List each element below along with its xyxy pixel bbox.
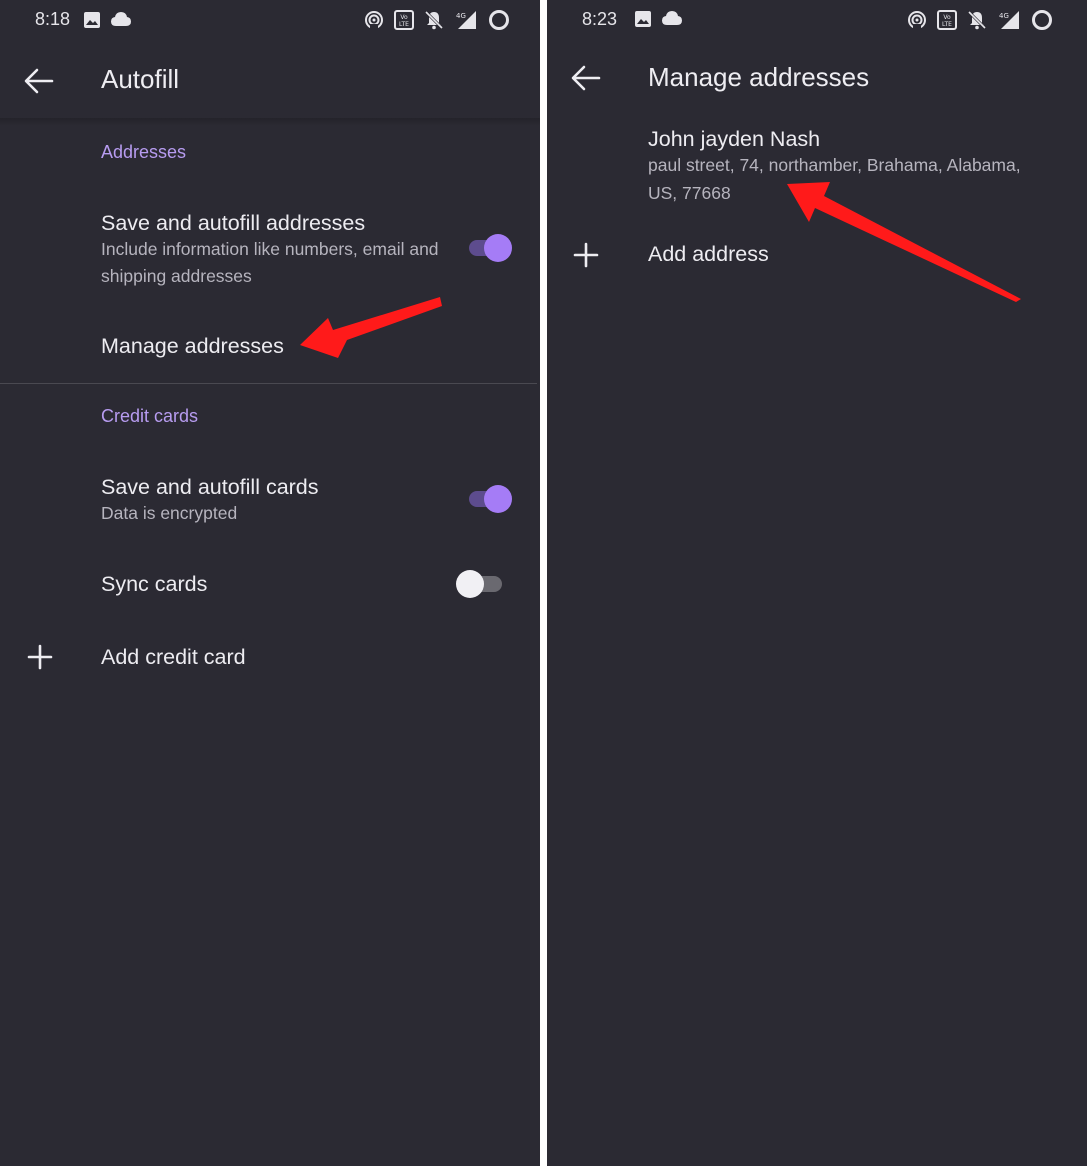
image-icon — [635, 11, 651, 27]
sync-cards-toggle[interactable] — [456, 568, 506, 598]
battery-ring-icon — [489, 10, 509, 30]
back-arrow-icon[interactable] — [22, 64, 56, 98]
battery-ring-icon — [1032, 10, 1052, 30]
address-line-2: US, 77668 — [648, 183, 731, 203]
signal-4g-icon: 4G — [456, 11, 476, 29]
cloud-icon — [111, 12, 131, 26]
page-title: Autofill — [101, 64, 180, 94]
add-credit-card-label: Add credit card — [101, 645, 246, 669]
section-header-addresses: Addresses — [101, 142, 187, 162]
save-addresses-title: Save and autofill addresses — [101, 211, 366, 235]
app-header: Manage addresses — [547, 40, 1087, 120]
page-title: Manage addresses — [648, 62, 870, 92]
section-header-credit-cards: Credit cards — [101, 406, 199, 426]
mute-icon — [967, 10, 987, 30]
autofill-screen: 8:18 Vo LTE 4G Autofill Addresses Save a… — [0, 0, 540, 1166]
mute-icon — [424, 10, 444, 30]
plus-icon — [27, 644, 53, 670]
sync-cards-title: Sync cards — [101, 572, 208, 596]
address-line-1: paul street, 74, northamber, Brahama, Al… — [648, 155, 1021, 175]
status-time: 8:23 — [582, 9, 618, 29]
svg-text:4G: 4G — [999, 12, 1009, 20]
app-header: Autofill — [0, 40, 540, 120]
save-cards-subtitle: Data is encrypted — [101, 503, 238, 523]
save-cards-toggle[interactable] — [467, 483, 515, 513]
add-address-label: Add address — [648, 242, 769, 266]
svg-text:Vo: Vo — [943, 14, 951, 21]
manage-addresses-item[interactable]: Manage addresses — [101, 334, 284, 359]
svg-text:LTE: LTE — [942, 21, 952, 28]
header-shadow — [0, 118, 540, 126]
address-name: John jayden Nash — [648, 127, 821, 151]
volte-icon: Vo LTE — [937, 10, 957, 30]
volte-icon: Vo LTE — [394, 10, 414, 30]
divider — [0, 383, 537, 384]
svg-text:LTE: LTE — [399, 21, 409, 28]
status-time: 8:18 — [35, 9, 71, 29]
manage-addresses-screen: 8:23 Vo LTE 4G Manage addresses John jay… — [547, 0, 1087, 1166]
save-addresses-subtitle: Include information like numbers, email … — [101, 239, 439, 286]
back-arrow-icon[interactable] — [569, 61, 603, 95]
hotspot-icon — [908, 11, 926, 30]
image-icon — [84, 12, 100, 28]
status-bar: 8:18 Vo LTE 4G — [0, 0, 540, 40]
hotspot-icon — [365, 11, 383, 30]
svg-text:4G: 4G — [456, 12, 466, 20]
svg-text:Vo: Vo — [400, 14, 408, 21]
signal-4g-icon: 4G — [999, 11, 1019, 29]
cloud-icon — [662, 11, 682, 25]
status-bar: 8:23 Vo LTE 4G — [547, 0, 1087, 40]
save-addresses-toggle[interactable] — [467, 232, 515, 262]
plus-icon — [573, 242, 599, 268]
save-cards-title: Save and autofill cards — [101, 475, 319, 499]
